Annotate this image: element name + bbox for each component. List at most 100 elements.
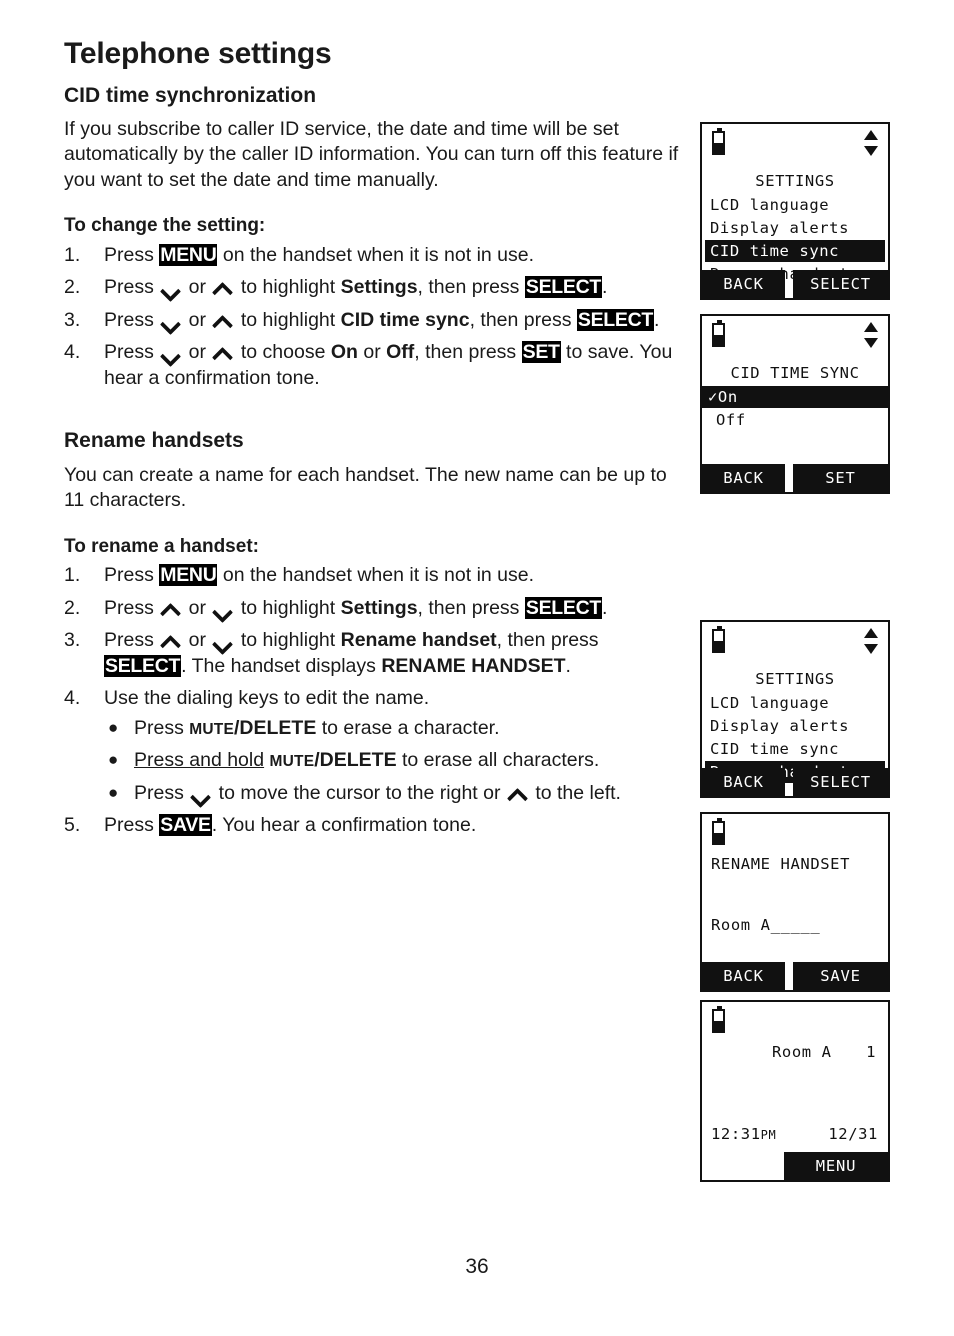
menu-item-name: Settings <box>340 596 418 619</box>
battery-icon <box>712 320 725 347</box>
step-text-part: to highlight <box>235 308 341 331</box>
softkey-set[interactable]: SET <box>793 464 888 492</box>
softkey-back[interactable]: BACK <box>702 464 785 492</box>
step-number: 2. <box>64 596 81 619</box>
subhead-to-change-the-setting: To change the setting: <box>64 215 266 237</box>
softkey-back[interactable]: BACK <box>702 962 785 990</box>
lcd-menu-item-display-alerts[interactable]: Display alerts <box>710 217 880 239</box>
steps-cid-time-sync: 1. Press MENU on the handset when it is n… <box>64 243 679 392</box>
lcd-option-off[interactable]: Off <box>710 409 880 431</box>
scroll-up-down-icon <box>864 628 878 654</box>
battery-icon <box>712 626 725 653</box>
step-text-part: on the handset when it is not in use. <box>217 564 535 587</box>
bullet-text-part: Press <box>134 716 190 739</box>
lcd-softkey-bar: MENU <box>702 1152 888 1180</box>
step-item: 4. Use the dialing keys to edit the name.… <box>64 686 679 806</box>
handset-name-input[interactable]: Room A_____ <box>711 915 820 936</box>
battery-icon <box>712 1006 725 1033</box>
lcd-menu-item-cid-time-sync[interactable]: CID time sync <box>710 738 880 760</box>
step-text-part: or <box>357 341 387 364</box>
step-item: 3. Press or to highlight Rename handset, … <box>64 628 679 679</box>
chevron-up-icon <box>213 348 233 359</box>
step-text-part: or <box>183 276 212 299</box>
step-text-part: , then press <box>469 308 577 331</box>
chevron-up-icon <box>161 636 181 647</box>
step-text-part: to highlight <box>235 596 341 619</box>
lcd-softkey-bar: BACK SET <box>702 464 888 492</box>
section-heading-rename-handsets: Rename handsets <box>64 429 244 453</box>
step-text-part: or <box>183 629 212 652</box>
step-text-part: , then press <box>417 596 525 619</box>
step-text-part: Press <box>104 564 160 587</box>
step-text-part: Press <box>104 814 160 837</box>
key-select: SELECT <box>524 596 602 619</box>
softkey-back[interactable]: BACK <box>702 270 785 298</box>
chevron-up-icon <box>213 316 233 327</box>
step-text-part: Press <box>104 276 160 299</box>
step-item: 2. Press or to highlight Settings, then p… <box>64 275 679 301</box>
step-number: 1. <box>64 243 81 266</box>
bullet-text-part: to erase a character. <box>316 716 500 739</box>
step-text-part: to choose <box>235 341 331 364</box>
softkey-save[interactable]: SAVE <box>793 962 888 990</box>
lcd-option-on[interactable]: ✓On <box>702 386 888 408</box>
key-mute: MUTE <box>269 753 315 771</box>
step-text-part: Press <box>104 596 160 619</box>
option-off: Off <box>386 341 415 364</box>
bullet-text-part: to erase all characters. <box>396 749 600 772</box>
lcd-menu-item-display-alerts[interactable]: Display alerts <box>710 715 880 737</box>
softkey-menu[interactable]: MENU <box>784 1152 888 1180</box>
step-text-part: Press <box>104 629 160 652</box>
lcd-softkey-bar: BACK SELECT <box>702 270 888 298</box>
idle-time-suffix: PM <box>760 1128 777 1142</box>
section-intro-rename-handsets: You can create a name for each handset. … <box>64 463 667 512</box>
step-text-part: Press <box>104 308 160 331</box>
screen-name-rename-handset: RENAME HANDSET <box>381 654 566 677</box>
step-item: 1. Press MENU on the handset when it is n… <box>64 243 679 269</box>
step-text-part: . The handset displays <box>181 654 382 677</box>
lcd-screen-handset-idle: Room A 1 12:31PM 12/31 MENU <box>700 1000 890 1182</box>
lcd-menu-item-lcd-language[interactable]: LCD language <box>710 194 880 216</box>
key-delete: /DELETE <box>233 716 317 739</box>
bullet-item: ● Press and hold MUTE/DELETE to erase all… <box>104 748 679 775</box>
chevron-down-icon <box>161 283 181 294</box>
lcd-menu-item-cid-time-sync[interactable]: CID time sync <box>705 240 885 262</box>
menu-item-name: Rename handset <box>340 629 497 652</box>
step-text-part: . <box>601 276 608 299</box>
chevron-down-icon <box>213 636 233 647</box>
bullet-item: ● Press MUTE/DELETE to erase a character. <box>104 716 679 743</box>
key-set: SET <box>521 341 561 364</box>
key-mute: MUTE <box>189 720 234 738</box>
menu-item-name: Settings <box>340 276 418 299</box>
chevron-up-icon <box>161 604 181 615</box>
key-menu: MENU <box>159 564 218 587</box>
idle-time: 12:31PM <box>711 1124 776 1146</box>
bullet-item: ● Press to move the cursor to the right o… <box>104 781 679 807</box>
section-intro-cid-time-sync: If you subscribe to caller ID service, t… <box>64 117 679 191</box>
step-text-part: Use the dialing keys to edit the name. <box>104 687 430 710</box>
option-on: On <box>330 341 358 364</box>
idle-date: 12/31 <box>828 1125 878 1143</box>
chevron-down-icon <box>191 789 211 800</box>
chevron-up-icon <box>213 283 233 294</box>
chapter-title: Telephone settings <box>64 37 332 70</box>
step-number: 4. <box>64 341 81 364</box>
softkey-select[interactable]: SELECT <box>793 768 888 796</box>
lcd-screen-cid-time-sync-options: CID TIME SYNC ✓On Off BACK SET <box>700 314 890 494</box>
scroll-up-down-icon <box>864 130 878 156</box>
softkey-select[interactable]: SELECT <box>793 270 888 298</box>
step-number: 3. <box>64 629 81 652</box>
chevron-down-icon <box>213 604 233 615</box>
lcd-screen-rename-handset-editor: RENAME HANDSET Room A_____ BACK SAVE <box>700 812 890 992</box>
step-text-part: . <box>601 596 608 619</box>
lcd-softkey-bar: BACK SELECT <box>702 768 888 796</box>
step-text-part: to highlight <box>235 629 341 652</box>
step-text-part: . <box>654 308 660 331</box>
subhead-to-rename-a-handset: To rename a handset: <box>64 535 259 557</box>
softkey-back[interactable]: BACK <box>702 768 785 796</box>
step-text-part: , then press <box>414 341 522 364</box>
bullet-text-part: to move the cursor to the right or <box>213 781 506 804</box>
handset-number: 1 <box>866 1043 876 1061</box>
key-save: SAVE <box>159 814 212 837</box>
lcd-menu-item-lcd-language[interactable]: LCD language <box>710 692 880 714</box>
